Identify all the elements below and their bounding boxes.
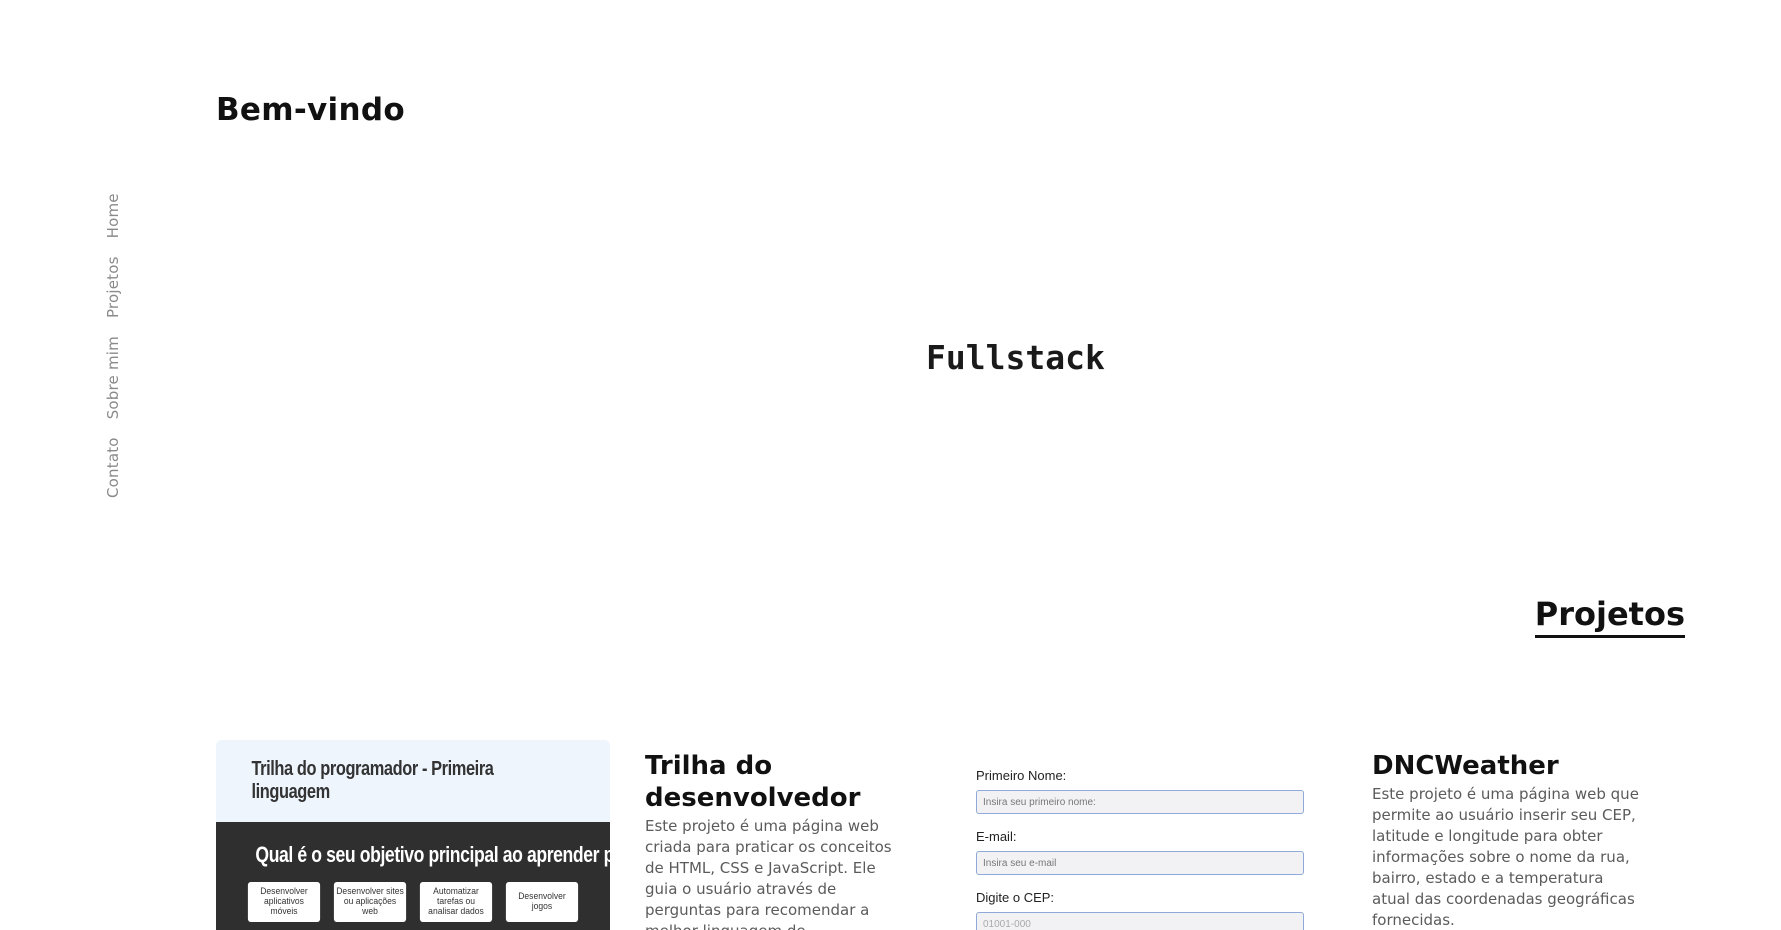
welcome-heading: Bem-vindo	[216, 92, 405, 128]
role-title: Fullstack	[926, 338, 1105, 377]
thumbnail-question: Qual é o seu objetivo principal ao apren…	[255, 842, 610, 867]
nav-item-home[interactable]: Home	[104, 193, 122, 238]
email-label: E-mail:	[976, 829, 1017, 844]
cep-label: Digite o CEP:	[976, 890, 1055, 905]
first-name-input[interactable]	[976, 790, 1304, 814]
project-description: Este projeto é uma página web criada par…	[645, 817, 892, 930]
thumbnail-option: Desenvolver sites ou aplicações web	[333, 882, 407, 922]
first-name-label: Primeiro Nome:	[976, 768, 1067, 783]
nav-item-contato[interactable]: Contato	[104, 437, 122, 498]
thumbnail-body: Qual é o seu objetivo principal ao apren…	[216, 822, 610, 930]
nav-item-projetos[interactable]: Projetos	[104, 256, 122, 318]
thumbnail-title: Trilha do programador - Primeira linguag…	[251, 758, 494, 803]
thumbnail-header: Trilha do programador - Primeira linguag…	[216, 740, 610, 822]
project-card-trilha: Trilha do desenvolvedor Este projeto é u…	[645, 750, 907, 930]
page: Home Projetos Sobre mim Contato Bem-vind…	[0, 0, 1781, 930]
project-thumbnail-trilha[interactable]: Trilha do programador - Primeira linguag…	[216, 740, 610, 930]
project-card-dncweather: DNCWeather Este projeto é uma página web…	[1372, 750, 1642, 930]
cep-input[interactable]	[976, 912, 1304, 930]
project-title: DNCWeather	[1372, 751, 1559, 781]
nav-item-sobre-mim[interactable]: Sobre mim	[104, 336, 122, 419]
email-input[interactable]	[976, 851, 1304, 875]
thumbnail-option: Desenvolver aplicativos móveis	[247, 882, 321, 922]
project-title: Trilha do desenvolvedor	[645, 751, 861, 814]
projects-heading: Projetos	[1534, 595, 1685, 638]
thumbnail-options: Desenvolver aplicativos móveis Desenvolv…	[216, 882, 610, 922]
thumbnail-option: Desenvolver jogos	[505, 882, 579, 922]
project-form-preview-dncweather: Primeiro Nome: E-mail: Digite o CEP:	[976, 768, 1306, 930]
project-description: Este projeto é uma página web que permit…	[1372, 785, 1639, 930]
thumbnail-option: Automatizar tarefas ou analisar dados	[419, 882, 493, 922]
